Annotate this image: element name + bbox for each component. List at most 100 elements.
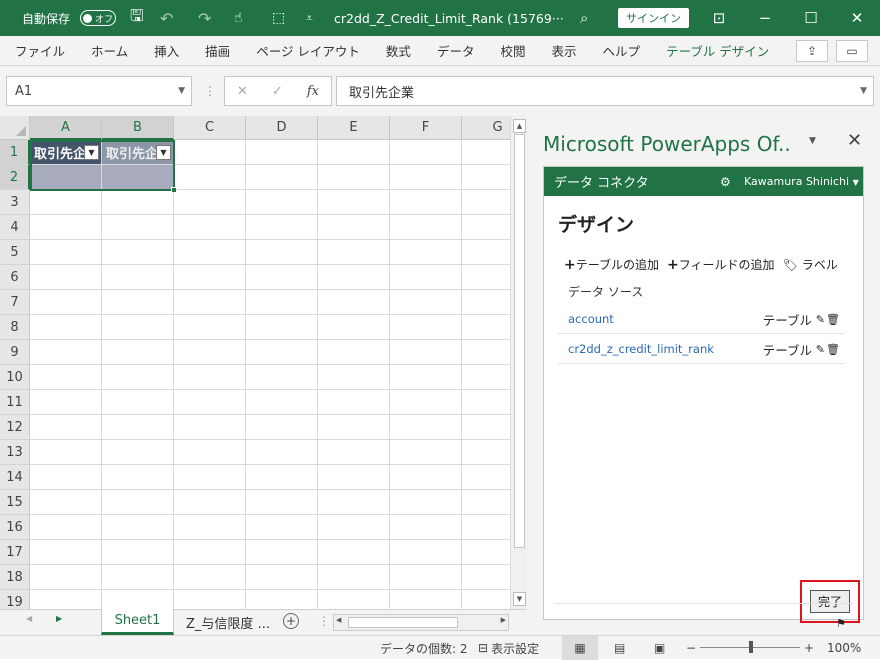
grid-cell[interactable] [174, 340, 246, 365]
grid-cell[interactable] [318, 515, 390, 540]
table-header-cell[interactable]: 取引先企業 ▼ [102, 140, 174, 165]
grid-cell[interactable] [318, 390, 390, 415]
tab-table-design[interactable]: テーブル デザイン [653, 36, 782, 66]
grid-cell[interactable] [174, 365, 246, 390]
grid-cell[interactable] [318, 315, 390, 340]
grid-cell[interactable] [174, 465, 246, 490]
grid-cell[interactable] [30, 590, 102, 609]
tab-draw[interactable]: 描画 [192, 36, 243, 66]
grid-cell[interactable] [246, 265, 318, 290]
row-header[interactable]: 9 [0, 340, 30, 365]
grid-cell[interactable] [174, 240, 246, 265]
grid-cell[interactable] [318, 140, 390, 165]
formula-input[interactable]: 取引先企業 ▼ [336, 76, 874, 106]
grid-cell[interactable] [390, 515, 462, 540]
scroll-thumb[interactable] [514, 134, 525, 548]
grid-cell[interactable] [30, 440, 102, 465]
enter-icon[interactable]: ✓ [272, 84, 283, 99]
column-header-a[interactable]: A [30, 116, 102, 140]
grid-cell[interactable] [174, 490, 246, 515]
delete-icon[interactable]: 🗑 [826, 343, 840, 356]
scroll-left-icon[interactable]: ◀ [336, 616, 341, 624]
save-icon[interactable]: 🖫 [130, 0, 144, 36]
table-row-cell[interactable] [30, 165, 102, 190]
customize-icon[interactable]: ⩡ [306, 0, 313, 36]
grid-cell[interactable] [462, 265, 510, 290]
grid-cell[interactable] [174, 515, 246, 540]
grid-cell[interactable] [102, 265, 174, 290]
grid-cell[interactable] [390, 190, 462, 215]
grid-cell[interactable] [174, 565, 246, 590]
grid-cell[interactable] [462, 190, 510, 215]
grid-cell[interactable] [390, 440, 462, 465]
grid-cell[interactable] [390, 240, 462, 265]
datasource-link[interactable]: account [568, 312, 614, 326]
grid-cell[interactable] [102, 590, 174, 609]
row-header[interactable]: 19 [0, 590, 30, 609]
row-header[interactable]: 6 [0, 265, 30, 290]
touch-mode-icon[interactable]: ☝ [234, 0, 243, 36]
grid-cell[interactable] [318, 240, 390, 265]
grid-cell[interactable] [318, 465, 390, 490]
row-header[interactable]: 2 [0, 165, 30, 190]
grid-cell[interactable] [30, 390, 102, 415]
grid-cell[interactable] [30, 540, 102, 565]
grid-cell[interactable] [462, 415, 510, 440]
grid-cell[interactable] [390, 140, 462, 165]
zoom-out-button[interactable]: − [686, 636, 696, 660]
grid-cell[interactable] [390, 465, 462, 490]
column-header-c[interactable]: C [174, 116, 246, 140]
grid-cell[interactable] [246, 440, 318, 465]
grid-cell[interactable] [246, 490, 318, 515]
grid-cell[interactable] [246, 515, 318, 540]
grid-cell[interactable] [30, 365, 102, 390]
grid-cell[interactable] [174, 590, 246, 609]
user-menu[interactable]: Kawamura Shinichi ▼ [744, 175, 859, 188]
grid-cell[interactable] [102, 540, 174, 565]
page-layout-view-icon[interactable]: ▤ [614, 636, 625, 660]
scroll-left-icon[interactable]: ◀ [26, 614, 32, 623]
sheet-tab-limit[interactable]: Z_与信限度 ... [182, 609, 274, 635]
grid-cell[interactable] [30, 515, 102, 540]
table-row-cell[interactable] [102, 165, 174, 190]
grid-cell[interactable] [174, 440, 246, 465]
grid-cell[interactable] [174, 140, 246, 165]
row-header[interactable]: 8 [0, 315, 30, 340]
datasource-link[interactable]: cr2dd_z_credit_limit_rank [568, 342, 714, 356]
grid-cell[interactable] [462, 515, 510, 540]
grid-cell[interactable] [390, 315, 462, 340]
grid-cell[interactable] [102, 290, 174, 315]
grid-cell[interactable] [462, 290, 510, 315]
grid-cell[interactable] [462, 165, 510, 190]
grid-cell[interactable] [102, 340, 174, 365]
column-header-d[interactable]: D [246, 116, 318, 140]
grid-cell[interactable] [246, 390, 318, 415]
grid-cell[interactable] [462, 140, 510, 165]
grid-cell[interactable] [390, 390, 462, 415]
grid-cell[interactable] [30, 490, 102, 515]
column-header-f[interactable]: F [390, 116, 462, 140]
grid-cell[interactable] [390, 415, 462, 440]
ribbon-display-icon[interactable]: ⊡ [696, 0, 742, 36]
row-header[interactable]: 12 [0, 415, 30, 440]
tab-formulas[interactable]: 数式 [373, 36, 424, 66]
grid-cell[interactable] [30, 315, 102, 340]
filter-dropdown-icon[interactable]: ▼ [84, 145, 99, 160]
cancel-icon[interactable]: ✕ [237, 84, 248, 99]
grid-cell[interactable] [30, 240, 102, 265]
grid-cell[interactable] [102, 415, 174, 440]
grid-cell[interactable] [390, 290, 462, 315]
grid-cell[interactable] [390, 365, 462, 390]
select-icon[interactable]: ⬚ [272, 0, 285, 36]
row-header[interactable]: 4 [0, 215, 30, 240]
filter-dropdown-icon[interactable]: ▼ [156, 145, 171, 160]
grid-cell[interactable] [390, 590, 462, 609]
chevron-down-icon[interactable]: ▼ [178, 86, 185, 96]
grid-cell[interactable] [102, 465, 174, 490]
grid-cell[interactable] [246, 540, 318, 565]
grid-cell[interactable] [318, 340, 390, 365]
grid-cell[interactable] [390, 565, 462, 590]
grid-cell[interactable] [102, 440, 174, 465]
row-header[interactable]: 10 [0, 365, 30, 390]
tab-view[interactable]: 表示 [538, 36, 589, 66]
